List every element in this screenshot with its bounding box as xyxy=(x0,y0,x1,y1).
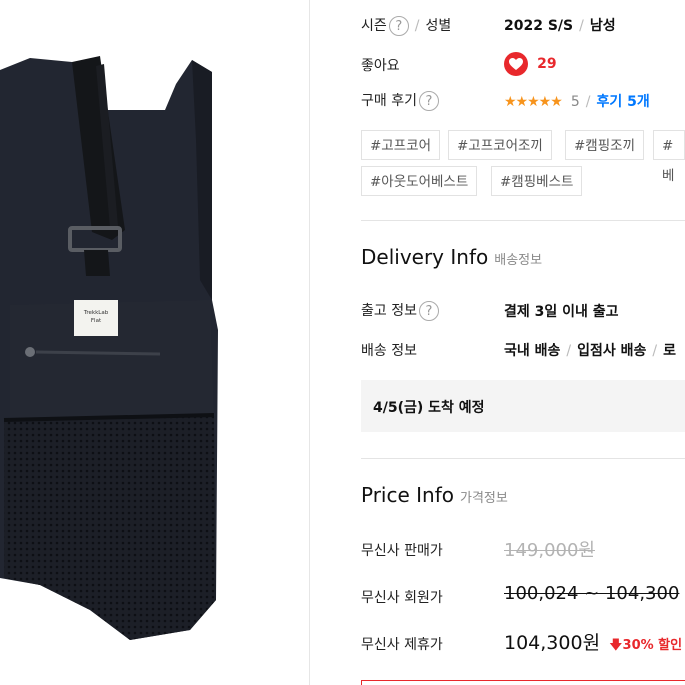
review-link[interactable]: 후기 5개 xyxy=(597,94,650,110)
heart-icon xyxy=(504,52,528,76)
shipping-vendor: 입점사 배송 xyxy=(577,343,647,359)
rating: ★★★★★ 5 / 후기 5개 xyxy=(504,91,650,111)
delivery-header: Delivery Info 배송정보 xyxy=(361,245,542,269)
discount-text: 30% 할인 xyxy=(622,638,683,653)
section-divider xyxy=(361,458,685,459)
price-subtitle: 가격정보 xyxy=(460,491,508,506)
delivery-subtitle: 배송정보 xyxy=(494,253,543,268)
season-label: 시즌 xyxy=(361,18,387,34)
patch-text-1: TrekkLab xyxy=(83,310,109,316)
likes-count: 29 xyxy=(537,56,557,72)
separator: / xyxy=(652,343,658,359)
member-price-label: 무신사 회원가 xyxy=(361,590,443,606)
separator: / xyxy=(585,94,591,110)
shipping-label: 배송 정보 xyxy=(361,343,417,359)
member-price-value: 100,024 ~ 104,300 xyxy=(504,583,680,604)
season-value-row: 2022 S/S / 남성 xyxy=(504,15,616,35)
separator: / xyxy=(566,343,572,359)
discount-arrow-icon: 🡇 xyxy=(609,638,623,653)
sale-price-value: 149,000원 xyxy=(504,540,595,561)
tag-chip[interactable]: #고프코어 xyxy=(361,130,440,160)
price-title: Price Info xyxy=(361,483,454,507)
product-info-panel: 시즌? / 성별 2022 S/S / 남성 좋아요 29 구매 후기? ★★★★★ 5… xyxy=(310,0,685,685)
gender-label: 성별 xyxy=(425,18,452,34)
tag-chip[interactable]: #캠핑조끼 xyxy=(565,130,644,160)
delivery-title: Delivery Info xyxy=(361,245,489,269)
release-label: 출고 정보 xyxy=(361,303,417,319)
review-help-icon[interactable]: ? xyxy=(418,90,439,111)
release-row: 출고 정보? xyxy=(361,300,439,321)
partner-price-label: 무신사 제휴가 xyxy=(361,637,443,653)
tag-chip[interactable]: #고프코어조끼 xyxy=(448,130,552,160)
tag-chip[interactable]: #캠핑베스트 xyxy=(491,166,583,196)
review-row: 구매 후기? xyxy=(361,90,439,111)
partner-price-row: 104,300원 🡇30% 할인 xyxy=(504,628,682,658)
tag-chip[interactable]: #아웃도어베스트 xyxy=(361,166,478,196)
gender-value: 남성 xyxy=(589,18,616,34)
release-help-icon[interactable]: ? xyxy=(418,300,439,321)
partner-price-value: 104,300원 xyxy=(504,632,601,654)
sale-price-label: 무신사 판매가 xyxy=(361,543,443,559)
season-value: 2022 S/S xyxy=(504,18,574,34)
like-button[interactable]: 29 xyxy=(504,52,557,76)
price-header: Price Info 가격정보 xyxy=(361,483,508,507)
patch-text-2: Flat xyxy=(91,318,102,324)
season-help-icon[interactable]: ? xyxy=(388,15,409,36)
rating-stars: ★★★★★ xyxy=(504,94,563,110)
release-value: 결제 3일 이내 출고 xyxy=(504,304,619,320)
vest-illustration: TrekkLab Flat xyxy=(0,56,218,640)
season-row: 시즌? / 성별 xyxy=(361,15,451,36)
likes-label: 좋아요 xyxy=(361,58,400,74)
separator: / xyxy=(579,18,584,34)
product-image[interactable]: TrekkLab Flat xyxy=(0,0,309,685)
section-divider xyxy=(361,220,685,221)
shipping-domestic: 국내 배송 xyxy=(504,343,561,359)
tag-chip[interactable]: #베 xyxy=(653,130,685,184)
review-label: 구매 후기 xyxy=(361,93,417,109)
coupon-box-edge[interactable] xyxy=(361,680,685,685)
shipping-values: 국내 배송 / 입점사 배송 / 로 xyxy=(504,340,676,360)
shipping-extra: 로 xyxy=(663,343,677,359)
rating-score: 5 xyxy=(570,94,580,110)
eta-text: 4/5(금) 도착 예정 xyxy=(373,400,485,416)
separator: / xyxy=(414,18,420,34)
eta-box: 4/5(금) 도착 예정 xyxy=(361,380,685,432)
